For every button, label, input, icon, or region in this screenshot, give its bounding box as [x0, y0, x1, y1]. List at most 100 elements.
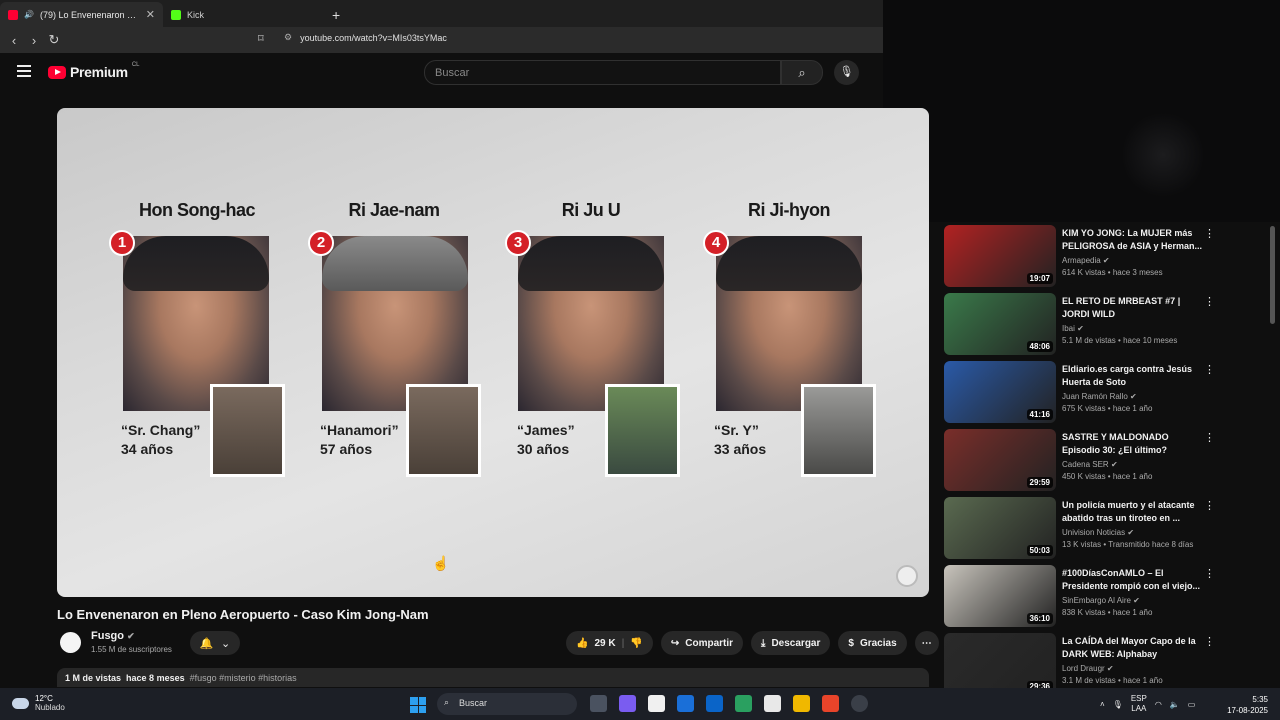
recommendation-item[interactable]: 29:36 La CAÍDA del Mayor Capo de la DARK … [944, 633, 1224, 688]
recommendation-title[interactable]: Un policía muerto y el atacante abatido … [1062, 499, 1204, 525]
recommendation-channel[interactable]: Armapedia ✔ [1062, 256, 1204, 265]
recommendation-title[interactable]: Eldiario.es carga contra Jesús Huerta de… [1062, 363, 1204, 389]
recommendation-title[interactable]: #100DíasConAMLO – El Presidente rompió c… [1062, 567, 1204, 593]
like-icon[interactable]: 👍 [576, 638, 588, 649]
hamburger-menu-icon[interactable] [17, 65, 31, 80]
tab-kick[interactable]: Kick [163, 2, 326, 27]
back-icon[interactable]: ‹ [4, 33, 24, 48]
video-title: Lo Envenenaron en Pleno Aeropuerto - Cas… [57, 607, 429, 622]
like-dislike-group[interactable]: 👍 29 K | 👎 [566, 631, 653, 655]
webcam-figure [1123, 110, 1203, 200]
recommendation-channel[interactable]: Lord Draugr ✔ [1062, 664, 1204, 673]
verified-icon: ✔ [1127, 528, 1135, 537]
recommendation-thumbnail[interactable]: 50:03 [944, 497, 1056, 559]
recommendation-thumbnail[interactable]: 29:59 [944, 429, 1056, 491]
suspect-number-badge: 3 [505, 230, 531, 256]
suspect-hair [716, 236, 862, 291]
site-info-icon[interactable]: ⚙ [284, 32, 292, 43]
recommendation-channel[interactable]: Univision Noticias ✔ [1062, 528, 1204, 537]
share-label: Compartir [685, 637, 734, 649]
chevron-up-icon[interactable]: ˄ [1100, 700, 1105, 709]
more-options-icon[interactable]: ⋮ [1204, 499, 1215, 512]
subscription-bell-button[interactable]: 🔔 ⌄ [190, 631, 240, 655]
recommendation-channel[interactable]: Juan Ramón Rallo ✔ [1062, 392, 1204, 401]
tab-close-icon[interactable]: ✕ [146, 8, 155, 21]
wifi-icon[interactable]: ◠ [1155, 700, 1162, 709]
bell-icon: 🔔 [199, 637, 214, 650]
hand-cursor-icon: ☝ [432, 555, 450, 571]
language-indicator[interactable]: ESP LAA [1131, 694, 1147, 714]
new-tab-button[interactable]: + [332, 2, 340, 27]
recommendation-thumbnail[interactable]: 48:06 [944, 293, 1056, 355]
share-button[interactable]: ↪ Compartir [660, 631, 744, 655]
mic-icon[interactable]: 🎙 [834, 60, 859, 85]
more-options-icon[interactable]: ⋮ [1204, 635, 1215, 648]
thanks-button[interactable]: $ Gracias [838, 631, 907, 655]
file-icon[interactable] [648, 695, 665, 712]
volume-icon[interactable]: 🔈 [1170, 700, 1180, 709]
more-options-icon[interactable]: ⋮ [1204, 431, 1215, 444]
suspect-alias: “Hanamori” 57 años [320, 422, 399, 457]
channel-watermark-icon[interactable] [896, 565, 918, 587]
more-options-icon[interactable]: ⋮ [1204, 295, 1215, 308]
clock[interactable]: 5:35 17-08-2025 [1222, 694, 1268, 716]
scrollbar[interactable] [1270, 226, 1275, 324]
url-field[interactable]: ⚙ youtube.com/watch?v=MIs03tsYMac [284, 32, 447, 43]
weather-widget[interactable]: 12°C Nublado [12, 694, 65, 712]
search-icon[interactable]: ⌕ [781, 60, 823, 85]
recommendation-thumbnail[interactable]: 41:16 [944, 361, 1056, 423]
suspect-name: Ri Jae-nam [348, 200, 440, 220]
youtube-premium-logo[interactable]: Premium CL [48, 62, 139, 80]
battery-icon[interactable]: ▭ [1188, 700, 1196, 709]
video-duration: 29:59 [1026, 477, 1053, 488]
more-actions-icon[interactable]: ⋯ [914, 631, 939, 655]
tab-youtube[interactable]: 🔊 (79) Lo Envenenaron en Pleno ✕ [0, 2, 163, 27]
hashtags[interactable]: #fusgo #misterio #historias [190, 673, 297, 683]
forward-icon[interactable]: › [24, 33, 44, 48]
recommendation-item[interactable]: 29:59 SASTRE Y MALDONADO Episodio 30: ¿El… [944, 429, 1224, 493]
reload-icon[interactable]: ↻ [44, 32, 64, 48]
recommendation-thumbnail[interactable]: 29:36 [944, 633, 1056, 688]
more-options-icon[interactable]: ⋮ [1204, 363, 1215, 376]
taskbar-search[interactable]: ⌕ Buscar [437, 693, 577, 715]
task-view-icon[interactable] [590, 695, 607, 712]
recommendation-item[interactable]: 36:10 #100DíasConAMLO – El Presidente rom… [944, 565, 1224, 629]
channel-info[interactable]: Fusgo ✔ 1.55 M de suscriptores [60, 630, 172, 654]
channel-name[interactable]: Fusgo ✔ [91, 630, 172, 642]
recommendation-title[interactable]: EL RETO DE MRBEAST #7 | JORDI WILD [1062, 295, 1204, 321]
store-icon[interactable] [764, 695, 781, 712]
search-input[interactable]: Buscar [424, 60, 781, 85]
dropbox-icon[interactable] [677, 695, 694, 712]
copilot-icon[interactable] [619, 695, 636, 712]
outlook-icon[interactable] [706, 695, 723, 712]
description-box[interactable]: 1 M de vistas hace 8 meses #fusgo #miste… [57, 668, 929, 687]
suspect-number-badge: 4 [703, 230, 729, 256]
more-options-icon[interactable]: ⋮ [1204, 227, 1215, 240]
recommendation-item[interactable]: 48:06 EL RETO DE MRBEAST #7 | JORDI WILD I… [944, 293, 1224, 357]
bookmark-icon[interactable]: ⌑ [258, 32, 264, 45]
folder-icon[interactable] [793, 695, 810, 712]
recommendation-item[interactable]: 19:07 KIM YO JONG: La MUJER más PELIGROSA… [944, 225, 1224, 289]
windows-start-icon[interactable] [410, 697, 426, 713]
recommendation-item[interactable]: 50:03 Un policía muerto y el atacante aba… [944, 497, 1224, 561]
steam-icon[interactable] [851, 695, 868, 712]
recommendation-title[interactable]: KIM YO JONG: La MUJER más PELIGROSA de A… [1062, 227, 1204, 253]
recommendation-thumbnail[interactable]: 19:07 [944, 225, 1056, 287]
recommendation-channel[interactable]: Cadena SER ✔ [1062, 460, 1204, 469]
more-options-icon[interactable]: ⋮ [1204, 567, 1215, 580]
recommendation-item[interactable]: 41:16 Eldiario.es carga contra Jesús Huer… [944, 361, 1224, 425]
recommendation-thumbnail[interactable]: 36:10 [944, 565, 1056, 627]
brave-icon[interactable] [822, 695, 839, 712]
suspect-card-2: Ri Jae-nam 2 “Hanamori” 57 años [294, 108, 494, 488]
recommendation-channel[interactable]: SinEmbargo Al Aire ✔ [1062, 596, 1204, 605]
dislike-icon[interactable]: 👎 [630, 638, 642, 649]
channel-avatar[interactable] [60, 631, 81, 653]
download-button[interactable]: ⤓ Descargar [751, 631, 831, 655]
mic-icon[interactable]: 🎙 [1113, 700, 1123, 709]
recommendation-title[interactable]: La CAÍDA del Mayor Capo de la DARK WEB: … [1062, 635, 1204, 661]
video-player[interactable]: Hon Song-hac 1 “Sr. Chang” 34 años Ri Jae… [57, 108, 929, 597]
recommendation-title[interactable]: SASTRE Y MALDONADO Episodio 30: ¿El últi… [1062, 431, 1204, 457]
suspect-name: Ri Ji-hyon [747, 200, 831, 220]
recommendation-channel[interactable]: Ibai ✔ [1062, 324, 1204, 333]
excel-icon[interactable] [735, 695, 752, 712]
